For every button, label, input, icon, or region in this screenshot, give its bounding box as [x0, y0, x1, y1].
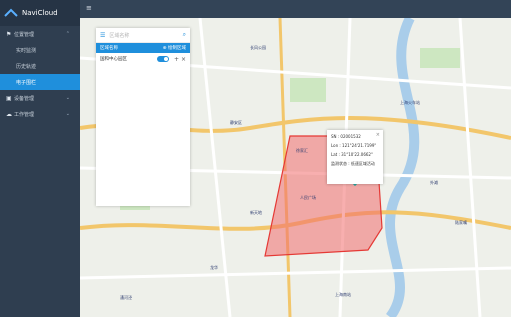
fence-panel: ☰ 区域名称 ⌕ 区域名称 ⊕ 绘制区域 国和中心园区 + × [96, 28, 190, 206]
draw-area-label: 绘制区域 [168, 46, 186, 51]
map-label: 静安区 [230, 120, 242, 125]
map-label: 外滩 [430, 180, 438, 185]
close-icon[interactable]: × [376, 132, 380, 138]
map-label: 陆家嘴 [455, 220, 467, 225]
brand-name: NaviCloud [22, 9, 58, 17]
lon-text: Lon : 121°24'21.7199" [331, 143, 377, 148]
sidebar: NaviCloud ⚑ 位置管理 ⌃ 实时监测 历史轨迹 电子围栏 ▣ 设备管理… [0, 0, 80, 317]
panel-title: 区域名称 [100, 46, 118, 51]
area-toggle[interactable] [156, 56, 169, 62]
sidebar-item-label: 位置管理 [14, 31, 35, 38]
area-name: 国和中心园区 [100, 57, 127, 62]
search-input[interactable]: 区域名称 [109, 32, 182, 39]
map-label: 徐家汇 [296, 148, 308, 153]
logo-icon [4, 8, 18, 17]
sidebar-item-label: 工作管理 [14, 111, 35, 118]
sidebar-item-realtime[interactable]: 实时监测 [0, 42, 80, 58]
sidebar-item-label: 电子围栏 [16, 79, 37, 86]
search-bar[interactable]: ☰ 区域名称 ⌕ [96, 28, 190, 43]
draw-area-button[interactable]: ⊕ 绘制区域 [163, 45, 186, 51]
panel-header: 区域名称 ⊕ 绘制区域 [96, 43, 190, 53]
map-label: 长风公园 [250, 45, 266, 50]
sidebar-item-location[interactable]: ⚑ 位置管理 ⌃ [0, 26, 80, 42]
close-icon[interactable]: × [181, 56, 186, 63]
pin-icon: ⚑ [6, 30, 12, 38]
sidebar-item-work[interactable]: ☁ 工作管理 ⌄ [0, 106, 80, 122]
status-text: 监测状态 : 低速区域活动 [331, 161, 375, 166]
logo: NaviCloud [0, 0, 80, 26]
sidebar-item-device[interactable]: ▣ 设备管理 ⌄ [0, 90, 80, 106]
add-icon[interactable]: + [174, 56, 179, 63]
chevron-down-icon: ⌄ [65, 95, 70, 101]
sidebar-item-fence[interactable]: 电子围栏 [0, 74, 80, 90]
chevron-down-icon: ⌄ [65, 111, 70, 117]
map-label: 上海南站 [335, 292, 351, 297]
sidebar-item-label: 历史轨迹 [16, 63, 37, 70]
top-bar: ≡ [80, 0, 511, 18]
map-label: 人民广场 [300, 195, 316, 200]
map-label: 上海火车站 [400, 100, 420, 105]
menu-icon[interactable]: ≡ [86, 4, 92, 12]
sidebar-item-label: 实时监测 [16, 47, 37, 54]
sn-text: SN : 02001532 [331, 134, 361, 139]
cloud-icon: ☁ [6, 110, 12, 118]
map-label: 新天地 [250, 210, 262, 215]
device-icon: ▣ [6, 94, 12, 102]
chevron-up-icon: ⌃ [65, 31, 70, 37]
sidebar-item-history[interactable]: 历史轨迹 [0, 58, 80, 74]
map-label: 龙华 [210, 265, 218, 270]
list-item[interactable]: 国和中心园区 + × [96, 53, 190, 65]
sidebar-item-label: 设备管理 [14, 95, 35, 102]
lat-text: Lat : 31°10'22.0662" [331, 152, 373, 157]
search-icon[interactable]: ⌕ [183, 31, 186, 39]
map-label: 漕河泾 [120, 295, 132, 300]
list-icon: ☰ [100, 31, 106, 39]
device-info-popup: × SN : 02001532 Lon : 121°24'21.7199" La… [327, 130, 383, 184]
